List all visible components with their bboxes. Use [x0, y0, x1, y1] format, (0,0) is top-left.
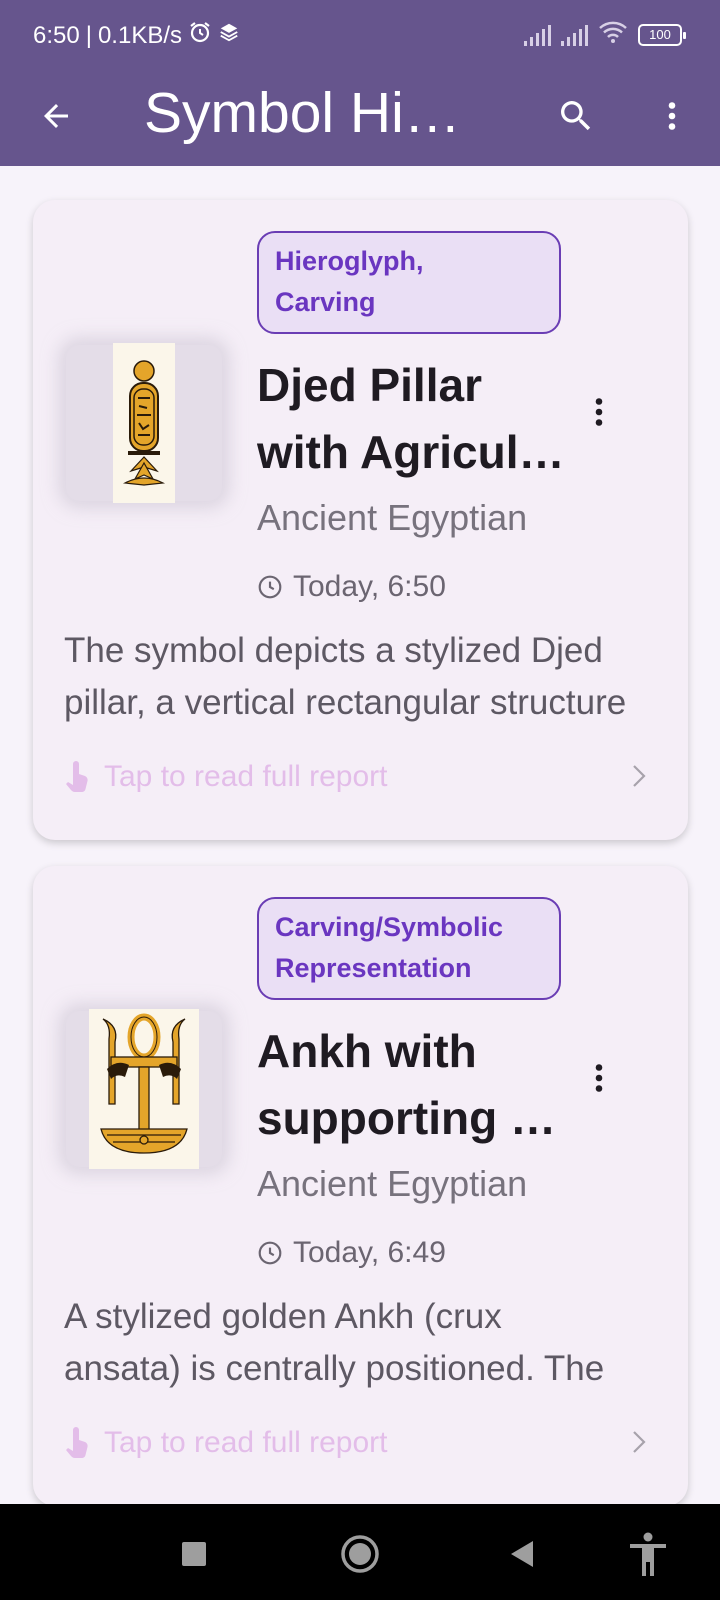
accessibility-button[interactable] — [622, 1528, 674, 1580]
symbol-card[interactable]: Hieroglyph, Carving Djed Pillar with Agr… — [33, 200, 688, 840]
signal-icon — [561, 24, 588, 46]
network-speed: 0.1KB/s — [97, 21, 182, 49]
more-vert-icon — [595, 398, 603, 426]
status-left: 6:50 | 0.1KB/s — [33, 20, 240, 51]
description-line: The symbol depicts a stylized Djed — [64, 631, 603, 670]
category-tag: Hieroglyph, Carving — [257, 231, 561, 334]
arrow-back-icon — [44, 104, 68, 128]
status-right: 100 — [524, 20, 686, 49]
card-menu-button[interactable] — [573, 1052, 625, 1104]
accessibility-icon — [630, 1532, 666, 1576]
djed-pillar-image — [113, 343, 175, 503]
read-report-label: Tap to read full report — [104, 1426, 388, 1459]
card-description: A stylized golden Ankh (crux ansata) is … — [64, 1291, 652, 1395]
card-menu-button[interactable] — [573, 386, 625, 438]
culture-label: Ancient Egyptian — [257, 1163, 528, 1204]
status-bar: 6:50 | 0.1KB/s 100 — [0, 0, 720, 68]
wifi-icon — [598, 20, 628, 49]
category-tag: Carving/Symbolic Representation — [257, 897, 561, 1000]
description-line: A stylized golden Ankh (crux — [64, 1297, 502, 1336]
chevron-right-icon — [633, 765, 646, 787]
page-title: Symbol History — [144, 81, 484, 145]
clock-icon — [258, 575, 282, 599]
category-tag-line: Representation — [275, 953, 472, 983]
system-nav-bar — [0, 1504, 720, 1600]
back-button[interactable] — [30, 90, 82, 142]
status-time: 6:50 — [33, 21, 80, 49]
card-title-line: with Agricultural Motifs — [257, 426, 567, 478]
back-nav-button[interactable] — [496, 1528, 548, 1580]
description-line: pillar, a vertical rectangular structure — [64, 683, 627, 722]
read-report-label: Tap to read full report — [104, 760, 388, 793]
read-report-link[interactable]: Tap to read full report — [64, 755, 650, 799]
circle-icon — [341, 1535, 379, 1573]
category-tag-line: Carving — [275, 287, 376, 317]
search-icon — [561, 101, 591, 131]
touch-icon — [66, 1427, 88, 1458]
touch-icon — [66, 761, 88, 792]
symbol-thumbnail[interactable] — [66, 1009, 222, 1169]
more-vert-icon — [595, 1064, 603, 1092]
description-line: ansata) is centrally positioned. The — [64, 1349, 605, 1388]
more-vert-icon — [668, 102, 676, 130]
card-title-line: supporting figures — [257, 1092, 567, 1144]
category-tag-line: Carving/Symbolic — [275, 912, 504, 942]
overflow-menu-button[interactable] — [644, 88, 700, 144]
home-button[interactable] — [334, 1528, 386, 1580]
signal-icon — [524, 24, 551, 46]
square-icon — [182, 1542, 206, 1566]
symbol-thumbnail[interactable] — [66, 343, 222, 503]
symbol-card[interactable]: Carving/Symbolic Representation Ankh wit… — [33, 866, 688, 1506]
chevron-right-icon — [633, 1431, 646, 1453]
read-report-link[interactable]: Tap to read full report — [64, 1421, 650, 1465]
battery-icon: 100 — [638, 23, 686, 46]
card-title-line: Djed Pillar — [257, 359, 482, 411]
app-bar: Symbol History — [0, 68, 720, 166]
timestamp: Today, 6:49 — [257, 1236, 446, 1270]
triangle-back-icon — [511, 1541, 533, 1567]
layers-icon — [218, 21, 240, 50]
timestamp-text: Today, 6:50 — [293, 570, 446, 603]
timestamp: Today, 6:50 — [257, 570, 446, 604]
alarm-icon — [188, 20, 212, 51]
card-title: Ankh with supporting figures — [257, 1018, 567, 1152]
recents-button[interactable] — [168, 1528, 220, 1580]
ankh-image — [89, 1009, 199, 1169]
clock-icon — [258, 1241, 282, 1265]
culture-label: Ancient Egyptian — [257, 497, 528, 538]
card-title-line: Ankh with — [257, 1025, 477, 1077]
category-tag-line: Hieroglyph, — [275, 246, 424, 276]
card-title: Djed Pillar with Agricultural Motifs — [257, 352, 567, 486]
timestamp-text: Today, 6:49 — [293, 1236, 446, 1269]
status-separator: | — [85, 21, 92, 49]
search-button[interactable] — [548, 88, 604, 144]
card-description: The symbol depicts a stylized Djed pilla… — [64, 625, 652, 729]
